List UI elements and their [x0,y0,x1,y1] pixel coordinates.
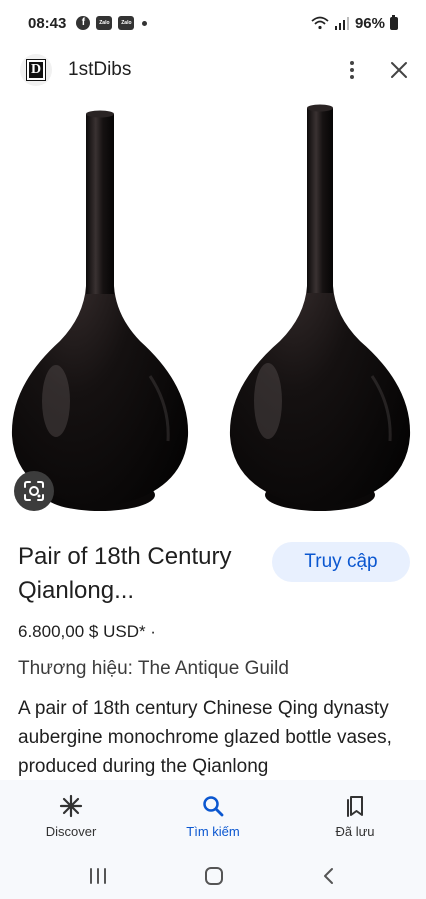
status-time: 08:43 [28,14,67,32]
nav-discover[interactable]: Discover [0,780,142,852]
wifi-icon [311,16,329,30]
facebook-icon: f [76,16,91,30]
header-actions [342,61,408,79]
left-vase [11,110,189,511]
site-favicon: D [20,54,52,86]
product-price: 6.800,00 $ USD* · [18,622,156,641]
recent-apps-icon[interactable] [88,867,108,885]
bookmarks-icon [347,796,363,817]
favicon-letter: D [26,59,46,81]
battery-icon [390,14,398,30]
home-icon[interactable] [203,865,225,887]
product-brand: Thương hiệu: The Antique Guild [18,658,289,679]
search-icon [203,796,224,817]
nav-saved[interactable]: Đã lưu [284,780,426,852]
lens-icon [24,481,44,501]
site-name: 1stDibs [68,59,132,80]
product-title[interactable]: Pair of 18th Century Qianlong... [18,540,268,608]
product-image[interactable] [0,96,426,528]
product-description: A pair of 18th century Chinese Qing dyna… [18,698,392,777]
more-notifications-icon [142,20,148,26]
battery-percent: 96% [354,14,385,32]
bottom-navigation: Discover Tìm kiếm Đã lưu [0,780,426,852]
back-icon[interactable] [320,866,338,886]
system-navigation-bar [0,852,426,899]
asterisk-icon [59,794,83,818]
right-vase [229,104,411,511]
vase-pair-image [11,104,411,511]
nav-saved-label: Đã lưu [335,824,375,839]
status-right: 96% [311,14,398,32]
visit-button[interactable]: Truy cập [272,542,410,582]
status-left: 08:43 f Zalo Zalo [28,14,148,32]
nav-search[interactable]: Tìm kiếm [142,780,284,852]
more-options-icon[interactable] [342,61,362,79]
zalo-icon: Zalo [96,16,113,30]
zalo-icon: Zalo [118,16,135,30]
close-icon[interactable] [390,61,408,79]
nav-discover-label: Discover [45,824,97,839]
app-header: D 1stDibs [0,46,426,94]
nav-search-label: Tìm kiếm [186,824,240,839]
status-bar: 08:43 f Zalo Zalo 96% [0,0,426,46]
google-lens-button[interactable] [14,471,54,511]
product-title-row: Pair of 18th Century Qianlong... Truy cậ… [18,540,410,608]
signal-icon [334,17,349,30]
